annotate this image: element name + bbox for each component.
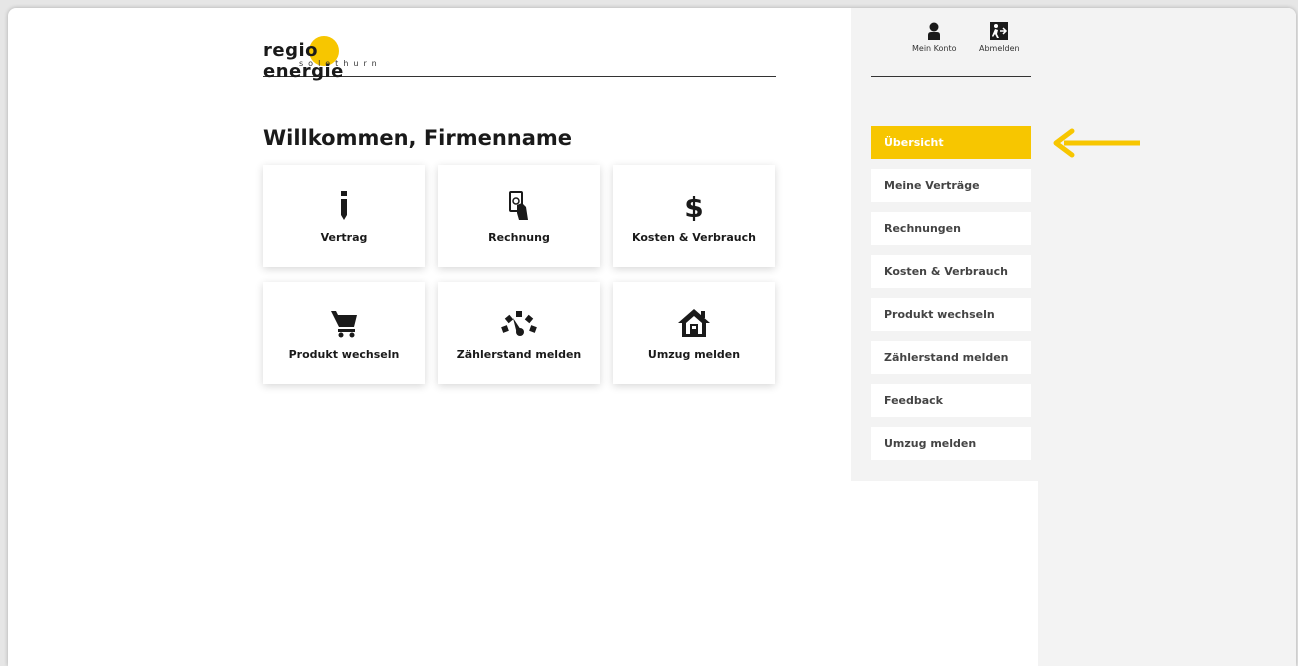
tile-rechnung[interactable]: Rechnung xyxy=(438,165,600,267)
account-button[interactable]: Mein Konto xyxy=(912,22,957,53)
sidebar-divider xyxy=(871,76,1031,77)
tile-zaehlerstand-melden[interactable]: Zählerstand melden xyxy=(438,282,600,384)
sidebar-item-kosten-verbrauch[interactable]: Kosten & Verbrauch xyxy=(871,255,1031,288)
sidebar-item-label: Rechnungen xyxy=(884,222,961,235)
sidebar-item-label: Übersicht xyxy=(884,136,944,149)
arrow-left-icon xyxy=(1053,128,1140,158)
info-icon xyxy=(339,185,349,221)
sidebar-item-label: Produkt wechseln xyxy=(884,308,995,321)
user-icon xyxy=(928,22,941,40)
browser-frame: regio energie solothurn Willkommen, Firm… xyxy=(8,8,1296,666)
svg-text:$: $ xyxy=(684,191,703,221)
tile-label: Kosten & Verbrauch xyxy=(632,231,756,244)
brand-subtitle: solothurn xyxy=(299,59,382,68)
bill-icon xyxy=(508,185,530,221)
house-icon xyxy=(677,302,711,338)
tile-produkt-wechseln[interactable]: Produkt wechseln xyxy=(263,282,425,384)
sidebar-item-label: Meine Verträge xyxy=(884,179,980,192)
tile-label: Vertrag xyxy=(320,231,368,244)
account-label: Mein Konto xyxy=(912,44,957,53)
sidebar-item-feedback[interactable]: Feedback xyxy=(871,384,1031,417)
dollar-icon: $ xyxy=(684,185,704,221)
exit-icon xyxy=(990,22,1009,40)
sidebar-item-umzug-melden[interactable]: Umzug melden xyxy=(871,427,1031,460)
tile-kosten-verbrauch[interactable]: $ Kosten & Verbrauch xyxy=(613,165,775,267)
sidebar-item-meine-vertraege[interactable]: Meine Verträge xyxy=(871,169,1031,202)
sidebar-item-uebersicht[interactable]: Übersicht xyxy=(871,126,1031,159)
sidebar-item-label: Kosten & Verbrauch xyxy=(884,265,1008,278)
tile-label: Rechnung xyxy=(488,231,550,244)
sidebar-item-label: Zählerstand melden xyxy=(884,351,1009,364)
tile-label: Produkt wechseln xyxy=(288,348,400,361)
sidebar-item-zaehlerstand-melden[interactable]: Zählerstand melden xyxy=(871,341,1031,374)
right-background xyxy=(1038,8,1296,666)
brand-logo[interactable]: regio energie solothurn xyxy=(263,34,403,82)
tile-umzug-melden[interactable]: Umzug melden xyxy=(613,282,775,384)
cart-icon xyxy=(330,302,358,338)
logout-label: Abmelden xyxy=(979,44,1020,53)
tile-label: Umzug melden xyxy=(647,348,741,361)
tile-label: Zählerstand melden xyxy=(456,348,582,361)
sidebar-item-label: Umzug melden xyxy=(884,437,977,450)
gauge-icon xyxy=(501,302,537,338)
logout-button[interactable]: Abmelden xyxy=(979,22,1020,53)
sidebar-item-rechnungen[interactable]: Rechnungen xyxy=(871,212,1031,245)
page-title: Willkommen, Firmenname xyxy=(263,126,573,150)
tile-vertrag[interactable]: Vertrag xyxy=(263,165,425,267)
sidebar-item-label: Feedback xyxy=(884,394,943,407)
sidebar-item-produkt-wechseln[interactable]: Produkt wechseln xyxy=(871,298,1031,331)
